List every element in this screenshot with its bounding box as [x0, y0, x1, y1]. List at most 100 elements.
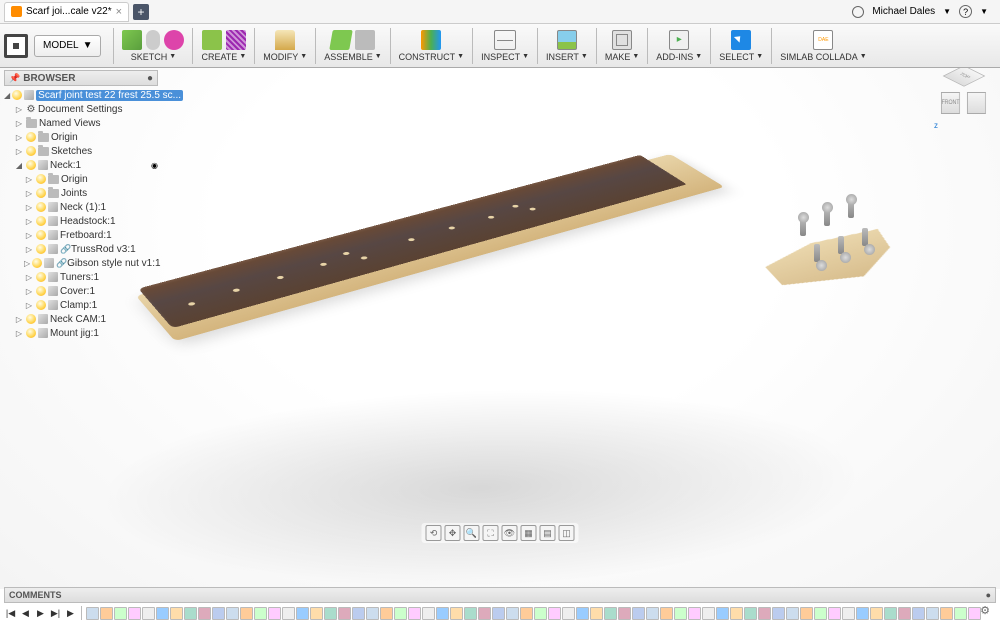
timeline-feature[interactable]	[450, 607, 463, 620]
timeline-feature[interactable]	[492, 607, 505, 620]
tree-root[interactable]: ◢ Scarf joint test 22 frest 25.5 sc...	[4, 88, 158, 102]
assemble-joint-icon[interactable]	[329, 30, 353, 50]
timeline-feature[interactable]	[772, 607, 785, 620]
timeline-feature[interactable]	[436, 607, 449, 620]
document-tab[interactable]: Scarf joi...cale v22* ×	[4, 2, 129, 22]
timeline-feature[interactable]	[366, 607, 379, 620]
timeline-feature[interactable]	[702, 607, 715, 620]
sketch-rect-icon[interactable]	[122, 30, 142, 50]
construct-group[interactable]: CONSTRUCT▼	[393, 24, 470, 67]
timeline-feature[interactable]	[800, 607, 813, 620]
timeline-feature[interactable]	[912, 607, 925, 620]
timeline-feature[interactable]	[646, 607, 659, 620]
tree-origin[interactable]: ▷Origin	[4, 130, 158, 144]
timeline-feature[interactable]	[716, 607, 729, 620]
browser-collapse-icon[interactable]: ●	[147, 73, 153, 84]
timeline-feature[interactable]	[422, 607, 435, 620]
modify-group[interactable]: MODIFY▼	[257, 24, 313, 67]
timeline-back-button[interactable]: ◀	[19, 607, 32, 620]
sketch-group[interactable]: SKETCH▼	[116, 24, 190, 67]
timeline-feature[interactable]	[282, 607, 295, 620]
sketch-line-icon[interactable]	[146, 30, 160, 50]
timeline-feature[interactable]	[184, 607, 197, 620]
collada-group[interactable]: DAE SIMLAB COLLADA▼	[774, 24, 872, 67]
timeline-settings-icon[interactable]: ⚙	[980, 604, 990, 617]
insert-decal-icon[interactable]	[557, 30, 577, 50]
timeline-feature[interactable]	[324, 607, 337, 620]
timeline-feature[interactable]	[940, 607, 953, 620]
timeline-feature[interactable]	[870, 607, 883, 620]
timeline-start-button[interactable]: |◀	[4, 607, 17, 620]
inspect-group[interactable]: INSPECT▼	[475, 24, 535, 67]
timeline-feature[interactable]	[534, 607, 547, 620]
select-group[interactable]: SELECT▼	[713, 24, 769, 67]
viewport-layout-icon[interactable]: ◫	[559, 525, 575, 541]
timeline-feature[interactable]	[828, 607, 841, 620]
timeline-feature[interactable]	[660, 607, 673, 620]
timeline-feature[interactable]	[814, 607, 827, 620]
nav-orbit-icon[interactable]: ⟲	[426, 525, 442, 541]
timeline-feature[interactable]	[114, 607, 127, 620]
user-dropdown-icon[interactable]: ▼	[943, 7, 951, 16]
viewcube-right[interactable]	[967, 92, 986, 114]
create-pattern-icon[interactable]	[226, 30, 246, 50]
new-tab-button[interactable]: +	[133, 4, 149, 20]
viewcube[interactable]: TOP FRONT z	[942, 78, 986, 122]
help-dropdown-icon[interactable]: ▼	[980, 7, 988, 16]
timeline-feature[interactable]	[632, 607, 645, 620]
timeline-feature[interactable]	[142, 607, 155, 620]
timeline-feature[interactable]	[548, 607, 561, 620]
browser-header[interactable]: 📌 BROWSER ●	[4, 70, 158, 86]
timeline-feature[interactable]	[898, 607, 911, 620]
timeline-feature[interactable]	[954, 607, 967, 620]
tree-cover[interactable]: ▷Cover:1	[4, 284, 158, 298]
help-icon[interactable]: ?	[959, 5, 972, 18]
tree-clamp[interactable]: ▷Clamp:1	[4, 298, 158, 312]
tree-trussrod[interactable]: ▷🔗TrussRod v3:1	[4, 242, 158, 256]
tree-joints[interactable]: ▷Joints	[4, 186, 158, 200]
timeline-feature[interactable]	[408, 607, 421, 620]
timeline-feature[interactable]	[604, 607, 617, 620]
tree-neck1[interactable]: ▷Neck (1):1	[4, 200, 158, 214]
display-settings-icon[interactable]: ▦	[521, 525, 537, 541]
timeline-play-button[interactable]: ▶	[64, 607, 77, 620]
select-cursor-icon[interactable]	[731, 30, 751, 50]
create-group[interactable]: CREATE▼	[195, 24, 252, 67]
sketch-circle-icon[interactable]	[164, 30, 184, 50]
timeline-feature[interactable]	[506, 607, 519, 620]
tree-headstock[interactable]: ▷Headstock:1	[4, 214, 158, 228]
model-headstock[interactable]	[757, 226, 914, 296]
timeline-feature[interactable]	[478, 607, 491, 620]
comments-bar[interactable]: COMMENTS ●	[4, 587, 996, 603]
create-extrude-icon[interactable]	[202, 30, 222, 50]
tree-neck-cam[interactable]: ▷Neck CAM:1	[4, 312, 158, 326]
timeline-feature[interactable]	[100, 607, 113, 620]
addins-group[interactable]: ADD-INS▼	[650, 24, 708, 67]
nav-fit-icon[interactable]: ⛶	[483, 525, 499, 541]
timeline-feature[interactable]	[744, 607, 757, 620]
workspace-switcher[interactable]: MODEL▼	[34, 35, 101, 57]
timeline-feature[interactable]	[212, 607, 225, 620]
tree-fretboard[interactable]: ▷Fretboard:1	[4, 228, 158, 242]
timeline-feature[interactable]	[576, 607, 589, 620]
timeline-fwd-button[interactable]: ▶	[34, 607, 47, 620]
assemble-align-icon[interactable]	[355, 30, 375, 50]
make-print-icon[interactable]	[612, 30, 632, 50]
timeline-feature[interactable]	[352, 607, 365, 620]
timeline-feature[interactable]	[786, 607, 799, 620]
addins-scripts-icon[interactable]	[669, 30, 689, 50]
comments-expand-icon[interactable]: ●	[986, 590, 991, 600]
data-panel-button[interactable]	[4, 34, 28, 58]
timeline-feature[interactable]	[968, 607, 981, 620]
timeline-feature[interactable]	[730, 607, 743, 620]
timeline-feature[interactable]	[842, 607, 855, 620]
timeline-feature[interactable]	[926, 607, 939, 620]
assemble-group[interactable]: ASSEMBLE▼	[318, 24, 387, 67]
viewcube-front[interactable]: FRONT	[941, 92, 960, 114]
make-group[interactable]: MAKE▼	[599, 24, 645, 67]
timeline-feature[interactable]	[464, 607, 477, 620]
tree-doc-settings[interactable]: ▷⚙Document Settings	[4, 102, 158, 116]
timeline-feature[interactable]	[338, 607, 351, 620]
timeline-feature[interactable]	[394, 607, 407, 620]
timeline-feature[interactable]	[856, 607, 869, 620]
